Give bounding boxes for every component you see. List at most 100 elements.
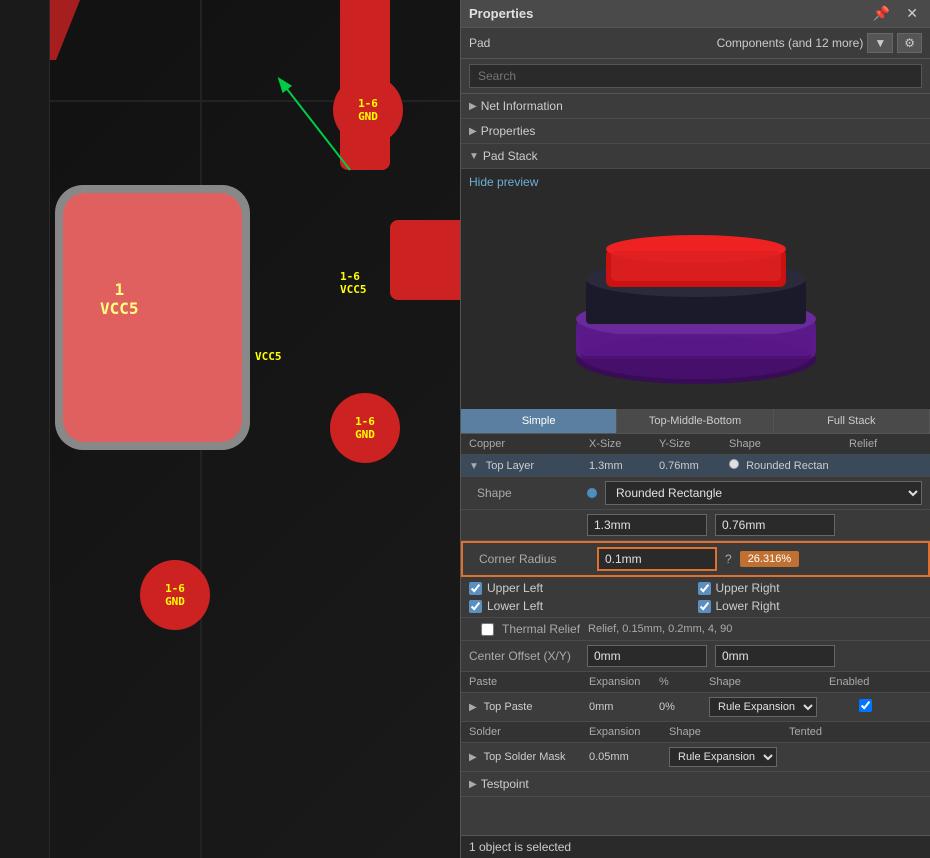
top-solder-expansion: 0.05mm [589, 751, 669, 763]
close-button[interactable]: ✕ [902, 5, 922, 22]
lower-right-check: Lower Right [698, 599, 923, 613]
pad-stack-section[interactable]: ▼ Pad Stack [461, 144, 930, 169]
upper-left-check: Upper Left [469, 581, 694, 595]
status-bar: 1 object is selected [461, 835, 930, 858]
top-paste-checkbox[interactable] [859, 699, 872, 712]
top-solder-shape: Rule Expansion [669, 747, 819, 767]
thermal-row: Thermal Relief Relief, 0.15mm, 0.2mm, 4,… [461, 618, 930, 641]
help-icon[interactable]: ? [725, 552, 732, 566]
search-input[interactable] [469, 64, 922, 88]
gnd-circle-mid: 1-6GND [330, 393, 400, 463]
thermal-label: Thermal Relief [502, 622, 580, 636]
annotation-arrow [250, 60, 410, 180]
pad-3d-visualization [469, 189, 922, 389]
top-layer-name: ▼ Top Layer [469, 460, 589, 472]
pcb-canvas: 1 VCC5 VCC5 1-6VCC5 GND 1-6GND 1-6GND 1-… [0, 0, 460, 858]
header-shape: Shape [729, 438, 849, 450]
top-paste-shape-select[interactable]: Rule Expansion [709, 697, 817, 717]
tab-simple[interactable]: Simple [461, 409, 617, 433]
top-paste-name: ▶ Top Paste [469, 701, 589, 713]
scrollable-content[interactable]: ▶ Net Information ▶ Properties ▼ Pad Sta… [461, 94, 930, 835]
top-paste-enabled [859, 699, 919, 715]
net-info-arrow: ▶ [469, 101, 477, 112]
properties-panel: Properties 📌 ✕ Pad Components (and 12 mo… [460, 0, 930, 858]
properties-section[interactable]: ▶ Properties [461, 119, 930, 144]
testpoint-arrow: ▶ [469, 779, 477, 790]
paste-col-paste: Paste [469, 676, 589, 688]
lower-left-label: Lower Left [487, 599, 543, 613]
top-paste-percent: 0% [659, 701, 709, 713]
shape-row: Shape Rounded Rectangle [461, 477, 930, 510]
lower-right-label: Lower Right [716, 599, 780, 613]
paste-col-percent: % [659, 676, 709, 688]
gnd-circle-bottom: 1-6GND [140, 560, 210, 630]
solder-shape-select[interactable]: Rule Expansion [669, 747, 777, 767]
upper-left-label: Upper Left [487, 581, 543, 595]
components-count: Components (and 12 more) [717, 36, 864, 50]
header-copper: Copper [469, 438, 589, 450]
upper-right-checkbox[interactable] [698, 582, 711, 595]
shape-select[interactable]: Rounded Rectangle [605, 481, 922, 505]
filter-button[interactable]: ▼ [867, 33, 893, 53]
properties-arrow: ▶ [469, 126, 477, 137]
pad-3d-svg [506, 189, 886, 389]
solder-header: Solder Expansion Shape Tented [461, 722, 930, 743]
top-paste-arrow: ▶ [469, 702, 477, 713]
header-relief: Relief [849, 438, 929, 450]
center-offset-row: Center Offset (X/Y) [461, 641, 930, 672]
copper-table-header: Copper X-Size Y-Size Shape Relief [461, 434, 930, 455]
tab-top-middle-bottom[interactable]: Top-Middle-Bottom [617, 409, 773, 433]
solder-col-solder: Solder [469, 726, 589, 738]
shape-dot [729, 459, 739, 469]
status-text: 1 object is selected [469, 840, 571, 854]
lower-left-checkbox[interactable] [469, 600, 482, 613]
net-info-label: Net Information [481, 99, 563, 113]
search-bar [461, 59, 930, 94]
paste-header: Paste Expansion % Shape Enabled [461, 672, 930, 693]
tab-full-stack[interactable]: Full Stack [774, 409, 930, 433]
panel-title: Properties [469, 6, 533, 21]
corner-radius-row: Corner Radius ? 26.316% [461, 541, 930, 577]
xy-label: . [477, 518, 587, 532]
top-solder-mask-name: ▶ Top Solder Mask [469, 751, 589, 763]
thermal-checkbox[interactable] [481, 623, 494, 636]
top-paste-shape: Rule Expansion [709, 697, 859, 717]
top-layer-xsize: 1.3mm [589, 460, 659, 472]
corner-checkboxes: Upper Left Upper Right Lower Left Lower … [461, 577, 930, 618]
corner-radius-label: Corner Radius [479, 552, 589, 566]
hide-preview-link[interactable]: Hide preview [469, 175, 538, 189]
corner-radius-input[interactable] [597, 547, 717, 571]
top-layer-row[interactable]: ▼ Top Layer 1.3mm 0.76mm Rounded Rectan [461, 455, 930, 477]
percentage-badge: 26.316% [740, 551, 799, 567]
pin-button[interactable]: 📌 [869, 5, 894, 22]
solder-arrow: ▶ [469, 752, 477, 763]
solder-row: ▶ Top Solder Mask 0.05mm Rule Expansion [461, 743, 930, 772]
lower-right-checkbox[interactable] [698, 600, 711, 613]
xy-row: . [461, 510, 930, 541]
vcc5-label2: 1-6VCC5 [340, 270, 367, 296]
center-offset-y[interactable] [715, 645, 835, 667]
shape-dot-blue [587, 488, 597, 498]
center-offset-x[interactable] [587, 645, 707, 667]
top-layer-ysize: 0.76mm [659, 460, 729, 472]
top-paste-expansion: 0mm [589, 701, 659, 713]
pad-main-label: 1 VCC5 [100, 280, 139, 318]
net-info-section[interactable]: ▶ Net Information [461, 94, 930, 119]
shape-label: Shape [477, 486, 587, 500]
y-size-input[interactable] [715, 514, 835, 536]
shape-select-wrapper: Rounded Rectangle [587, 481, 922, 505]
upper-right-label: Upper Right [716, 581, 780, 595]
testpoint-section[interactable]: ▶ Testpoint [461, 772, 930, 797]
preview-area: Hide preview [461, 169, 930, 409]
header-ysize: Y-Size [659, 438, 729, 450]
center-offset-label: Center Offset (X/Y) [469, 649, 579, 663]
solder-col-shape: Shape [669, 726, 789, 738]
vcc5-label: VCC5 [255, 350, 282, 363]
panel-titlebar: Properties 📌 ✕ [461, 0, 930, 28]
upper-left-checkbox[interactable] [469, 582, 482, 595]
pad-stack-arrow: ▼ [469, 151, 479, 162]
paste-col-expansion: Expansion [589, 676, 659, 688]
x-size-input[interactable] [587, 514, 707, 536]
paste-col-enabled: Enabled [829, 676, 909, 688]
options-button[interactable]: ⚙ [897, 33, 922, 53]
